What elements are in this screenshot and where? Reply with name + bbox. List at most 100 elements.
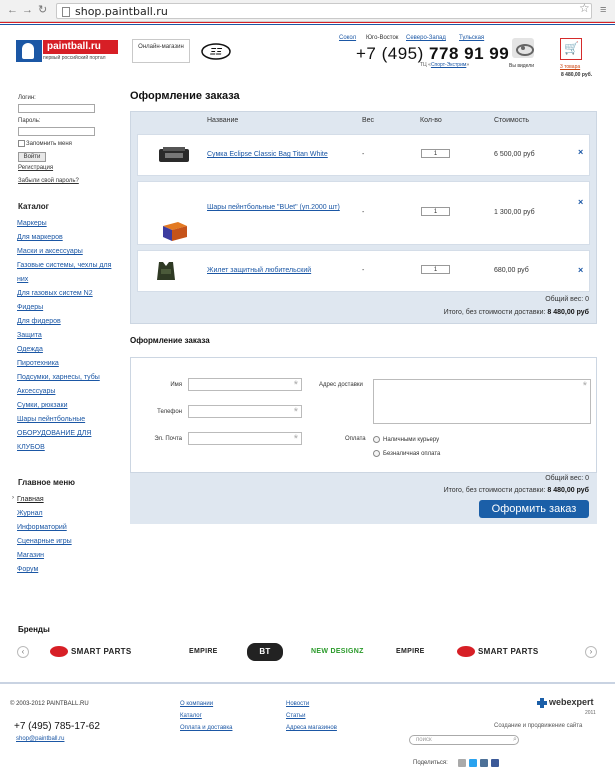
catalog-link[interactable]: Шары пейнтбольные xyxy=(17,415,85,425)
total-label: Итого, без стоимости доставки: xyxy=(443,309,546,316)
footer-link[interactable]: О компании xyxy=(180,701,213,707)
main-menu-link[interactable]: Журнал xyxy=(17,509,43,519)
seen-label[interactable]: Вы видели xyxy=(509,63,534,69)
phone-label: Телефон xyxy=(157,409,182,415)
remove-item-icon[interactable]: × xyxy=(578,265,583,275)
payment-label: Оплата xyxy=(345,436,366,442)
login-button[interactable]: Войти xyxy=(18,152,46,162)
brand-logo[interactable]: EMPIRE xyxy=(189,643,218,661)
catalog-link[interactable]: Для маркеров xyxy=(17,233,63,243)
back-icon[interactable]: ← xyxy=(7,4,18,17)
cart-icon[interactable]: 🛒 xyxy=(560,38,582,60)
eye-icon[interactable] xyxy=(512,38,534,58)
vest-icon[interactable] xyxy=(149,260,183,282)
search-icon[interactable]: ⌕ xyxy=(513,736,517,744)
catalog-link[interactable]: Маски и аксессуары xyxy=(17,247,83,257)
quantity-input[interactable]: 1 xyxy=(421,265,450,274)
password-input[interactable] xyxy=(18,127,95,136)
name-input[interactable] xyxy=(188,378,302,391)
twitter-share-icon[interactable] xyxy=(469,759,477,767)
brands-prev-icon[interactable]: ‹ xyxy=(17,646,29,658)
payment-radio-cashless[interactable] xyxy=(373,450,380,457)
reload-icon[interactable]: ↻ xyxy=(38,4,47,17)
catalog-link[interactable]: них xyxy=(17,275,28,285)
footer-link[interactable]: Новости xyxy=(286,701,309,707)
catalog-link[interactable]: Фидеры xyxy=(17,303,43,313)
brand-logo[interactable]: SMART PARTS xyxy=(457,643,538,661)
catalog-link[interactable]: Для фидеров xyxy=(17,317,61,327)
phone-note-prefix: ТЦ « xyxy=(420,62,431,68)
mail-share-icon[interactable] xyxy=(458,759,466,767)
footer-link[interactable]: Статьи xyxy=(286,713,305,719)
catalog-link[interactable]: КЛУБОВ xyxy=(17,443,45,453)
metro-link[interactable]: Тульская xyxy=(459,35,484,41)
catalog-link[interactable]: Подсумки, харнесы, тубы xyxy=(17,373,100,383)
product-link[interactable]: Сумка Eclipse Classic Bag Titan White xyxy=(207,149,357,160)
facebook-share-icon[interactable] xyxy=(491,759,499,767)
brand-logo[interactable]: EMPIRE xyxy=(396,643,425,661)
forward-icon[interactable]: → xyxy=(22,4,33,17)
cart-count-link[interactable]: 3 товара xyxy=(560,64,580,70)
phone-number: +7 (495) 778 91 99 xyxy=(356,44,509,64)
paintball-player-icon xyxy=(16,40,42,62)
metro-link[interactable]: Сокол xyxy=(339,35,356,41)
main-menu-link[interactable]: Сценарные игры xyxy=(17,537,72,547)
payment-radio-cash[interactable] xyxy=(373,436,380,443)
email-input[interactable] xyxy=(188,432,302,445)
vk-share-icon[interactable] xyxy=(480,759,488,767)
online-shop-badge[interactable]: Онлайн-магазин xyxy=(132,39,190,63)
catalog-link[interactable]: Аксессуары xyxy=(17,387,55,397)
menu-icon[interactable]: ≡ xyxy=(600,4,606,17)
catalog-link[interactable]: Пиротехника xyxy=(17,359,59,369)
box-icon[interactable] xyxy=(158,220,192,242)
footer-link[interactable]: Каталог xyxy=(180,713,202,719)
bag-icon[interactable] xyxy=(157,144,191,166)
brand-logo[interactable]: BT xyxy=(247,643,283,661)
main-menu-link[interactable]: Главная xyxy=(17,495,44,505)
search-input[interactable]: поиск xyxy=(409,735,519,745)
main-menu-link[interactable]: Форум xyxy=(17,565,38,575)
catalog-link[interactable]: Газовые системы, чехлы для xyxy=(17,261,111,271)
quantity-input[interactable]: 1 xyxy=(421,149,450,158)
address-textarea[interactable] xyxy=(373,379,591,424)
phone-input[interactable] xyxy=(188,405,302,418)
catalog-link[interactable]: Защита xyxy=(17,331,42,341)
store-link[interactable]: Спорт-Экстрим xyxy=(431,62,466,68)
metro-link[interactable]: Северо-Запад xyxy=(406,35,446,41)
catalog-link[interactable]: Сумки, рюкзаки xyxy=(17,401,68,411)
register-link[interactable]: Регистрация xyxy=(18,165,53,171)
remove-item-icon[interactable]: × xyxy=(578,147,583,157)
catalog-link[interactable]: Маркеры xyxy=(17,219,47,229)
column-header-weight: Вес xyxy=(362,117,375,124)
main-menu-link[interactable]: Информаторий xyxy=(17,523,67,533)
product-link[interactable]: Жилет защитный любительский xyxy=(207,265,347,276)
product-link[interactable]: Шары пейнтбольные "BUet" (уп.2000 шт) xyxy=(207,202,347,213)
address-bar[interactable]: shop.paintball.ru xyxy=(56,3,592,19)
catalog-link[interactable]: Для газовых систем N2 xyxy=(17,289,93,299)
remove-item-icon[interactable]: × xyxy=(578,197,583,207)
brand-logo[interactable]: NEW DESIGNZ xyxy=(311,643,364,661)
logo-text: paintball.ru xyxy=(43,40,118,54)
catalog-link[interactable]: ОБОРУДОВАНИЕ ДЛЯ xyxy=(17,429,91,439)
partner-logo-icon[interactable]: ΞΞ xyxy=(201,43,231,60)
phone-note: ТЦ «Спорт-Экстрим» xyxy=(420,62,469,68)
catalog-link[interactable]: Одежда xyxy=(17,345,43,355)
remember-checkbox[interactable] xyxy=(18,140,25,147)
login-input[interactable] xyxy=(18,104,95,113)
copyright: © 2003-2012 PAINTBALL.RU xyxy=(10,701,89,707)
footer-link[interactable]: Оплата и доставка xyxy=(180,725,232,731)
catalog-heading: Каталог xyxy=(18,202,49,211)
quantity-input[interactable]: 1 xyxy=(421,207,450,216)
login-label: Логин: xyxy=(18,95,36,101)
forgot-password-link[interactable]: Забыли свой пароль? xyxy=(18,178,79,184)
bookmark-star-icon[interactable]: ☆ xyxy=(579,1,590,15)
site-logo[interactable]: paintball.ru первый российский портал xyxy=(16,40,118,64)
webexpert-logo[interactable]: webexpert xyxy=(549,697,594,707)
brand-logo[interactable]: SMART PARTS xyxy=(50,643,131,661)
main-menu-link[interactable]: Магазин xyxy=(17,551,44,561)
brands-next-icon[interactable]: › xyxy=(585,646,597,658)
footer-email-link[interactable]: shop@paintball.ru xyxy=(16,736,64,742)
footer-link[interactable]: Адреса магазинов xyxy=(286,725,337,731)
submit-order-button[interactable]: Оформить заказ xyxy=(479,500,589,518)
total-weight: Общий вес: 0 xyxy=(545,296,589,303)
